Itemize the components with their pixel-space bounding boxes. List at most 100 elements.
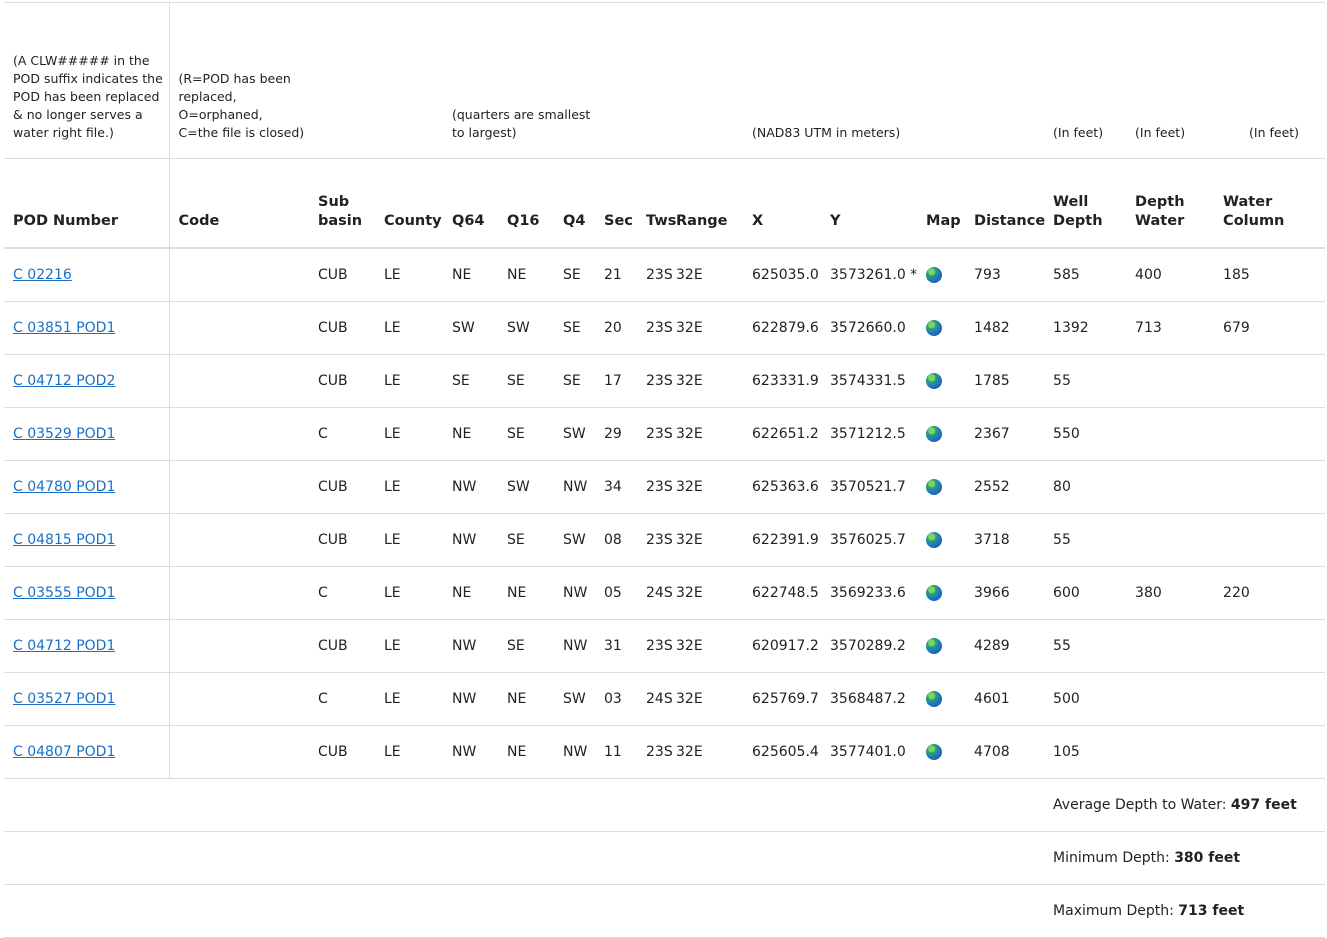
- header-well-depth: Well Depth: [1044, 158, 1127, 249]
- sec-cell: 08: [595, 513, 638, 567]
- header-depth-water: Depth Water: [1126, 158, 1215, 249]
- pod-number-link[interactable]: C 03529 POD1: [13, 426, 115, 442]
- tws-cell: 23S: [637, 248, 673, 302]
- water-column-cell: [1214, 460, 1326, 514]
- pod-number-link[interactable]: C 04815 POD1: [13, 532, 115, 548]
- header-q4: Q4: [554, 158, 596, 249]
- pod-number-link[interactable]: C 04807 POD1: [13, 744, 115, 760]
- pod-number-cell: C 03529 POD1: [4, 407, 170, 461]
- code-cell: [169, 354, 309, 408]
- pod-number-cell: C 02216: [4, 248, 170, 302]
- pod-number-link[interactable]: C 03851 POD1: [13, 320, 115, 336]
- globe-icon[interactable]: [926, 638, 943, 654]
- y-cell: 3573261.0 *: [821, 248, 917, 302]
- q4-cell: SW: [554, 407, 596, 461]
- header-pod-number: POD Number: [4, 158, 170, 249]
- q64-cell: NE: [443, 407, 498, 461]
- sec-cell: 20: [595, 301, 638, 355]
- header-county: County: [375, 158, 443, 249]
- distance-cell: 1785: [965, 354, 1045, 408]
- map-cell: [917, 460, 966, 514]
- pod-number-note: (A CLW##### in the POD suffix indicates …: [4, 2, 170, 159]
- map-cell: [917, 513, 966, 567]
- tws-cell: 23S: [637, 407, 673, 461]
- code-cell: [169, 407, 309, 461]
- globe-icon[interactable]: [926, 320, 943, 336]
- well-depth-cell: 500: [1044, 672, 1127, 726]
- header-q16: Q16: [498, 158, 554, 249]
- map-cell: [917, 301, 966, 355]
- well-depth-cell: 55: [1044, 619, 1127, 673]
- county-cell: LE: [375, 248, 443, 302]
- y-cell: 3574331.5: [821, 354, 918, 408]
- code-note: (R=POD has been replaced, O=orphaned, C=…: [169, 2, 309, 159]
- pod-number-link[interactable]: C 04712 POD2: [13, 373, 115, 389]
- water-column-cell: 220: [1214, 566, 1326, 620]
- table-row: C 03555 POD1 C LE NE NE NW 05 24S 32E 62…: [4, 566, 1326, 620]
- globe-icon[interactable]: [926, 532, 943, 548]
- pod-number-link[interactable]: C 03555 POD1: [13, 585, 115, 601]
- globe-icon[interactable]: [926, 373, 943, 389]
- q16-cell: NE: [498, 248, 554, 302]
- x-cell: 622879.6: [743, 301, 822, 355]
- table-row: C 04780 POD1 CUB LE NW SW NW 34 23S 32E …: [4, 460, 1326, 514]
- range-cell: 32E: [667, 513, 744, 567]
- water-column-cell: [1214, 354, 1326, 408]
- y-cell: 3570289.2: [821, 619, 918, 673]
- water-column-cell: 679: [1214, 301, 1326, 355]
- pod-number-cell: C 04807 POD1: [4, 725, 170, 779]
- well-depth-cell: 585: [1044, 248, 1127, 302]
- distance-cell: 4289: [965, 619, 1045, 673]
- summary-value: 497 feet: [1230, 797, 1297, 813]
- pod-number-cell: C 04712 POD2: [4, 354, 170, 408]
- sub-basin-cell: CUB: [309, 513, 375, 567]
- distance-cell: 2367: [965, 407, 1045, 461]
- pod-number-link[interactable]: C 02216: [13, 267, 72, 283]
- depth-water-cell: [1126, 513, 1215, 567]
- pod-number-cell: C 04815 POD1: [4, 513, 170, 567]
- header-water-column: Water Column: [1214, 158, 1326, 249]
- q16-cell: SE: [498, 407, 554, 461]
- sub-basin-cell: CUB: [309, 354, 375, 408]
- depth-water-cell: [1126, 354, 1215, 408]
- q64-cell: NE: [443, 248, 498, 302]
- y-cell: 3568487.2: [821, 672, 918, 726]
- globe-icon[interactable]: [926, 744, 943, 760]
- code-cell: [169, 248, 309, 302]
- globe-icon[interactable]: [926, 691, 943, 707]
- map-cell: [917, 725, 966, 779]
- globe-icon[interactable]: [926, 267, 943, 283]
- pod-number-cell: C 03555 POD1: [4, 566, 170, 620]
- range-cell: 32E: [667, 301, 744, 355]
- x-cell: 620917.2: [743, 619, 822, 673]
- sec-cell: 11: [595, 725, 638, 779]
- summary-row-maximum: Maximum Depth: 713 feet: [4, 884, 1326, 938]
- map-cell: [917, 407, 966, 461]
- tws-cell: 23S: [637, 354, 673, 408]
- range-cell: 32E: [667, 248, 744, 302]
- table-row: C 02216 CUB LE NE NE SE 21 23S 32E 62503…: [4, 248, 1326, 302]
- globe-icon[interactable]: [926, 426, 943, 442]
- pod-number-link[interactable]: C 03527 POD1: [13, 691, 115, 707]
- well-depth-unit: (In feet): [1044, 2, 1127, 159]
- globe-icon[interactable]: [926, 479, 943, 495]
- map-cell: [917, 566, 966, 620]
- tws-cell: 23S: [637, 725, 673, 779]
- pod-number-link[interactable]: C 04780 POD1: [13, 479, 115, 495]
- y-cell: 3570521.7: [821, 460, 918, 514]
- water-column-cell: [1214, 619, 1326, 673]
- sec-cell: 21: [595, 248, 638, 302]
- q4-cell: SW: [554, 672, 596, 726]
- water-column-cell: [1214, 725, 1326, 779]
- globe-icon[interactable]: [926, 585, 943, 601]
- code-cell: [169, 460, 309, 514]
- q16-cell: SE: [498, 619, 554, 673]
- county-cell: LE: [375, 301, 443, 355]
- q64-cell: NW: [443, 672, 498, 726]
- q4-cell: NW: [554, 566, 596, 620]
- x-cell: 623331.9: [743, 354, 822, 408]
- summary-cell: Average Depth to Water: 497 feet: [1044, 778, 1326, 832]
- x-cell: 625035.0: [743, 248, 822, 302]
- pod-number-link[interactable]: C 04712 POD1: [13, 638, 115, 654]
- sub-basin-cell: CUB: [309, 301, 375, 355]
